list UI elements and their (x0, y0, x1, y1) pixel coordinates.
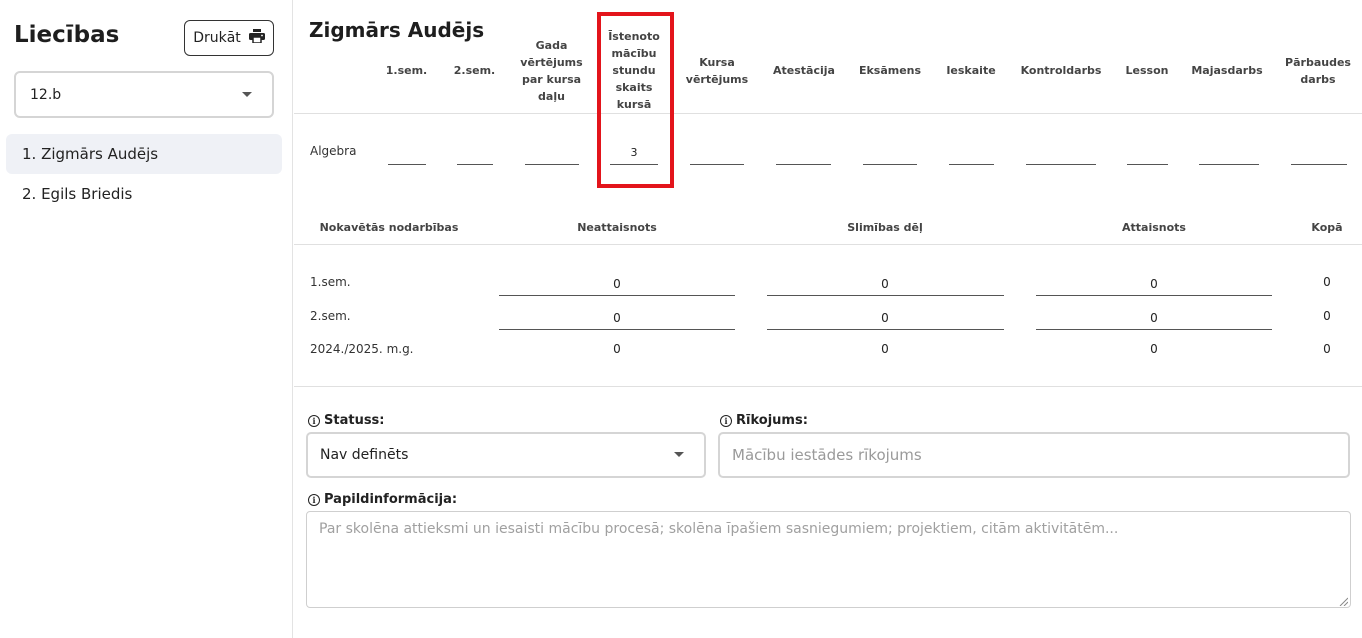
absence-excused-year: 0 (1150, 342, 1158, 356)
absence-illness-sem1[interactable]: 0 (767, 277, 1003, 291)
info-circle-icon: i (308, 414, 320, 427)
caret-down-icon (242, 92, 252, 97)
sidebar: Liecības Drukāt 12.b 1. Zigmārs Audējs 2… (0, 0, 293, 638)
highlight-box (597, 12, 674, 188)
absence-unexcused-sem1[interactable]: 0 (499, 277, 735, 291)
printer-icon (248, 29, 265, 47)
table-divider (294, 113, 1362, 114)
header-line: Pārbaudes (1285, 56, 1351, 69)
extra-info-label-text: Papildinformācija: (324, 492, 458, 507)
main-panel: Zigmārs Audējs 1.sem. 2.sem. Gada vērtēj… (294, 0, 1362, 638)
absence-excused-sem1[interactable]: 0 (1036, 277, 1272, 291)
caret-down-icon (674, 452, 684, 457)
absences-header-total: Kopā (1311, 221, 1343, 234)
header-year-part: Gada vērtējums par kursa daļu (519, 37, 584, 105)
input-underline (499, 329, 735, 330)
resize-grip-icon[interactable] (1339, 597, 1348, 606)
grade-attestation-input[interactable] (776, 149, 831, 165)
info-circle-icon: i (308, 493, 320, 506)
header-homework: Majasdarbs (1191, 64, 1263, 77)
class-select[interactable]: 12.b (14, 71, 274, 118)
status-label-text: Statuss: (324, 413, 385, 428)
grade-sem2-input[interactable] (457, 149, 493, 165)
status-select-value: Nav definēts (320, 447, 409, 463)
grade-year-part-input[interactable] (525, 149, 579, 165)
header-exam: Eksāmens (858, 64, 922, 77)
absence-unexcused-sem2[interactable]: 0 (499, 311, 735, 325)
header-sem1: 1.sem. (385, 64, 428, 77)
header-course: Kursa vērtējums (683, 54, 751, 88)
grade-sem1-input[interactable] (388, 149, 426, 165)
absence-total-sem2: 0 (1323, 309, 1331, 323)
absence-row-label: 2024./2025. m.g. (310, 342, 414, 356)
extra-info-label: i Papildinformācija: (308, 492, 457, 507)
absence-illness-sem2[interactable]: 0 (767, 311, 1003, 325)
student-item-label: 1. Zigmārs Audējs (22, 145, 159, 163)
header-test: Kontroldarbs (1020, 64, 1102, 77)
grade-exam-input[interactable] (863, 149, 917, 165)
student-item-label: 2. Egils Briedis (22, 185, 133, 203)
header-credit: Ieskaite (946, 64, 996, 77)
extra-info-textarea[interactable] (306, 511, 1351, 608)
header-sem2: 2.sem. (453, 64, 496, 77)
header-line: par kursa (521, 73, 582, 86)
student-name-heading: Zigmārs Audējs (309, 18, 485, 42)
absence-row-label: 2.sem. (310, 309, 351, 323)
absences-header-label: Nokavētās nodarbības (319, 221, 459, 234)
order-label: i Rīkojums: (720, 413, 808, 428)
grade-homework-input[interactable] (1199, 149, 1259, 165)
header-line: Kursa (699, 56, 735, 69)
absence-total-sem1: 0 (1323, 275, 1331, 289)
student-item-1[interactable]: 1. Zigmārs Audējs (6, 134, 282, 174)
absence-total-year: 0 (1323, 342, 1331, 356)
order-label-text: Rīkojums: (736, 413, 808, 428)
header-line: darbs (1300, 73, 1336, 86)
print-button-label: Drukāt (193, 30, 241, 46)
absences-divider (294, 244, 1362, 245)
section-divider (294, 386, 1362, 387)
absence-excused-sem2[interactable]: 0 (1036, 311, 1272, 325)
grade-course-input[interactable] (690, 149, 744, 165)
absences-header-unexcused: Neattaisnots (577, 221, 657, 234)
absences-header-excused: Attaisnots (1122, 221, 1186, 234)
absence-unexcused-year: 0 (613, 342, 621, 356)
page-title: Liecības (14, 22, 120, 48)
header-attestation: Atestācija (773, 64, 835, 77)
status-select[interactable]: Nav definēts (306, 432, 706, 478)
input-underline (499, 295, 735, 296)
absence-row-label: 1.sem. (310, 275, 351, 289)
input-underline (1036, 329, 1272, 330)
absence-illness-year: 0 (881, 342, 889, 356)
grade-lesson-input[interactable] (1127, 149, 1168, 165)
subject-label: Algebra (310, 144, 357, 158)
header-line: vērtējums (520, 56, 583, 69)
absences-header-illness: Slimības dēļ (847, 221, 923, 234)
header-check: Pārbaudes darbs (1284, 54, 1352, 88)
student-item-2[interactable]: 2. Egils Briedis (6, 174, 282, 214)
input-underline (1036, 295, 1272, 296)
order-input[interactable] (718, 432, 1350, 478)
header-line: daļu (538, 90, 565, 103)
grade-test-input[interactable] (1026, 149, 1096, 165)
input-underline (767, 329, 1004, 330)
input-underline (767, 295, 1004, 296)
header-line: Gada (535, 39, 568, 52)
grade-check-input[interactable] (1291, 149, 1347, 165)
info-circle-icon: i (720, 414, 732, 427)
grade-credit-input[interactable] (949, 149, 994, 165)
header-lesson: Lesson (1125, 64, 1169, 77)
header-line: vērtējums (685, 73, 749, 86)
status-label: i Statuss: (308, 413, 385, 428)
print-button[interactable]: Drukāt (184, 20, 274, 56)
class-select-value: 12.b (30, 86, 62, 103)
